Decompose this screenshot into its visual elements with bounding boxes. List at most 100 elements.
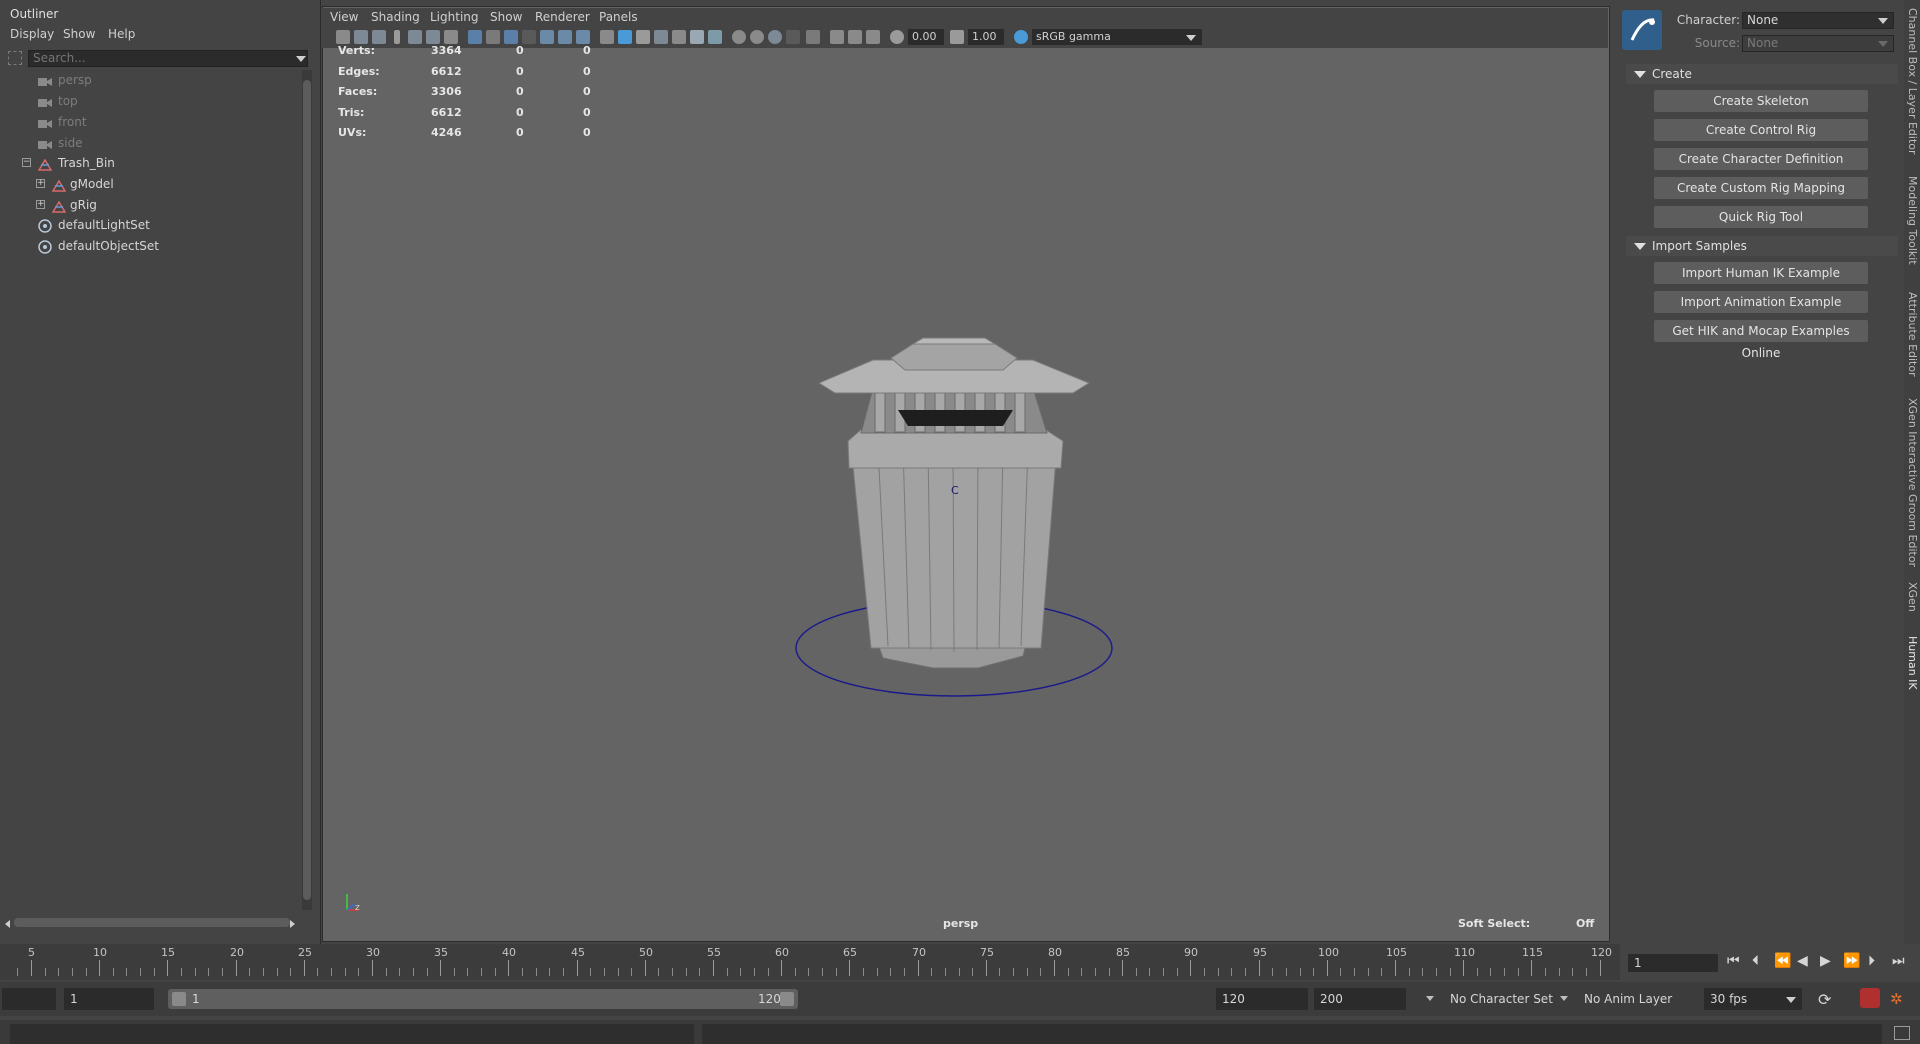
motion-blur-icon[interactable] <box>750 30 764 44</box>
outliner-menu-show[interactable]: Show <box>63 24 95 44</box>
anti-aliasing-icon[interactable] <box>768 30 782 44</box>
create-skeleton-button[interactable]: Create Skeleton <box>1654 90 1868 112</box>
character-set-dropdown-icon[interactable] <box>1426 996 1434 1001</box>
anim-layer-dropdown-icon[interactable] <box>1560 996 1568 1001</box>
textured-icon[interactable] <box>672 30 686 44</box>
filter-icon[interactable] <box>8 51 22 65</box>
camera-attributes-icon[interactable] <box>354 30 368 44</box>
viewport-menu-show[interactable]: Show <box>490 8 522 26</box>
anim-layer-value[interactable]: No Anim Layer <box>1584 988 1672 1010</box>
side-tab-xgen[interactable]: XGen <box>1906 582 1919 612</box>
wireframe-icon[interactable] <box>600 30 614 44</box>
time-slider-tick <box>236 960 237 976</box>
field-chart-icon[interactable] <box>540 30 554 44</box>
grid-icon[interactable] <box>468 30 482 44</box>
scroll-right-arrow-icon[interactable] <box>290 920 295 928</box>
step-forward-key-icon[interactable]: ⏩ <box>1843 953 1860 969</box>
ambient-occlusion-icon[interactable] <box>732 30 746 44</box>
2d-pan-zoom-icon[interactable] <box>408 30 422 44</box>
get-hik-mocap-examples-button[interactable]: Get HIK and Mocap Examples Online <box>1654 320 1868 360</box>
character-set-value[interactable]: No Character Set <box>1450 988 1553 1010</box>
section-create[interactable]: Create <box>1626 64 1898 84</box>
viewport-canvas[interactable]: Verts: 3364 0 0 Edges: 6612 0 0 Faces: 3306 0 0 Tris… <box>323 44 1608 939</box>
range-start-handle[interactable] <box>172 992 186 1006</box>
command-input[interactable] <box>10 1024 694 1044</box>
search-dropdown-icon[interactable] <box>296 56 306 62</box>
outliner-menu-display[interactable]: Display <box>10 24 54 44</box>
viewport-menu-shading[interactable]: Shading <box>371 8 420 26</box>
safe-title-icon[interactable] <box>576 30 590 44</box>
range-end-outer-field[interactable]: 120 <box>1216 988 1308 1010</box>
viewport-menu-panels[interactable]: Panels <box>599 8 638 26</box>
outliner-search-input[interactable] <box>28 50 308 67</box>
isolate-select-icon[interactable] <box>806 30 820 44</box>
section-import-samples[interactable]: Import Samples <box>1626 236 1898 256</box>
select-camera-icon[interactable] <box>336 30 350 44</box>
current-frame-field[interactable]: 1 <box>1628 954 1718 972</box>
use-lights-icon[interactable] <box>690 30 704 44</box>
scroll-left-arrow-icon[interactable] <box>5 920 10 928</box>
anim-end-field[interactable]: 200 <box>1314 988 1406 1010</box>
range-end-handle[interactable] <box>780 992 794 1006</box>
script-editor-icon[interactable] <box>1894 1026 1910 1040</box>
outliner-tab[interactable]: Outliner <box>0 4 69 24</box>
gate-mask-icon[interactable] <box>522 30 536 44</box>
play-backwards-icon[interactable]: ◀ <box>1797 953 1808 969</box>
import-animation-example-button[interactable]: Import Animation Example <box>1654 291 1868 313</box>
resolution-gate-icon[interactable] <box>504 30 518 44</box>
import-human-ik-example-button[interactable]: Import Human IK Example <box>1654 262 1868 284</box>
exposure-field[interactable]: 0.00 <box>908 29 944 45</box>
safe-action-icon[interactable] <box>558 30 572 44</box>
xray-joints-icon[interactable] <box>866 30 880 44</box>
outliner-scroll-thumb[interactable] <box>303 80 311 900</box>
loop-icon[interactable]: ⟳ <box>1818 990 1831 1009</box>
shadows-icon[interactable] <box>708 30 722 44</box>
image-plane-icon[interactable] <box>394 30 400 44</box>
side-tab-channel-box[interactable]: Channel Box / Layer Editor <box>1906 8 1919 155</box>
play-forwards-icon[interactable]: ▶ <box>1820 953 1831 969</box>
smooth-shade-icon[interactable] <box>618 30 632 44</box>
go-to-start-icon[interactable]: ⏮ <box>1727 953 1740 969</box>
create-character-definition-button[interactable]: Create Character Definition <box>1654 148 1868 170</box>
xray-icon[interactable] <box>830 30 844 44</box>
expand-icon[interactable]: + <box>36 179 45 188</box>
gamma-field[interactable]: 1.00 <box>968 29 1004 45</box>
human-ik-logo-icon[interactable] <box>1622 10 1662 50</box>
outliner-menu-help[interactable]: Help <box>108 24 135 44</box>
side-tab-attribute-editor[interactable]: Attribute Editor <box>1906 292 1919 377</box>
range-blank-field[interactable] <box>2 988 56 1010</box>
step-back-frame-icon[interactable]: ⏴ <box>1752 953 1759 969</box>
go-to-end-icon[interactable]: ⏭ <box>1892 953 1905 969</box>
side-tab-xgen-groom-editor[interactable]: XGen Interactive Groom Editor <box>1906 398 1919 567</box>
default-material-icon[interactable] <box>636 30 650 44</box>
side-tab-human-ik[interactable]: Human IK <box>1906 636 1919 690</box>
xray-active-icon[interactable] <box>848 30 862 44</box>
range-start-outer-field[interactable]: 1 <box>64 988 154 1010</box>
fps-select[interactable]: 30 fps <box>1704 988 1802 1010</box>
range-slider-track[interactable] <box>168 989 798 1009</box>
quick-rig-tool-button[interactable]: Quick Rig Tool <box>1654 206 1868 228</box>
pencil-icon[interactable] <box>444 30 458 44</box>
grease-pencil-icon[interactable] <box>426 30 440 44</box>
outliner-horizontal-scrollbar[interactable] <box>14 918 290 927</box>
create-custom-rig-mapping-button[interactable]: Create Custom Rig Mapping <box>1654 177 1868 199</box>
create-control-rig-button[interactable]: Create Control Rig <box>1654 119 1868 141</box>
step-back-key-icon[interactable]: ⏪ <box>1774 953 1791 969</box>
side-tab-modeling-toolkit[interactable]: Modeling Toolkit <box>1906 176 1919 265</box>
command-line-bar[interactable] <box>0 1020 1920 1044</box>
viewport-menu-lighting[interactable]: Lighting <box>430 8 479 26</box>
auto-key-icon[interactable] <box>1860 988 1880 1008</box>
character-select[interactable]: None <box>1742 12 1894 29</box>
expand-icon[interactable]: + <box>36 200 45 209</box>
film-gate-icon[interactable] <box>486 30 500 44</box>
wireframe-on-shaded-icon[interactable] <box>654 30 668 44</box>
depth-of-field-icon[interactable] <box>786 30 800 44</box>
viewport-menu-view[interactable]: View <box>330 8 358 26</box>
animation-preferences-icon[interactable]: ✲ <box>1890 990 1903 1008</box>
viewport-menu-renderer[interactable]: Renderer <box>535 8 590 26</box>
color-space-select[interactable]: sRGB gamma <box>1032 29 1202 45</box>
bookmark-icon[interactable] <box>372 30 386 44</box>
color-management-icon[interactable] <box>1014 30 1028 44</box>
collapse-icon[interactable]: − <box>22 158 31 167</box>
step-forward-frame-icon[interactable]: ⏵ <box>1868 953 1875 969</box>
